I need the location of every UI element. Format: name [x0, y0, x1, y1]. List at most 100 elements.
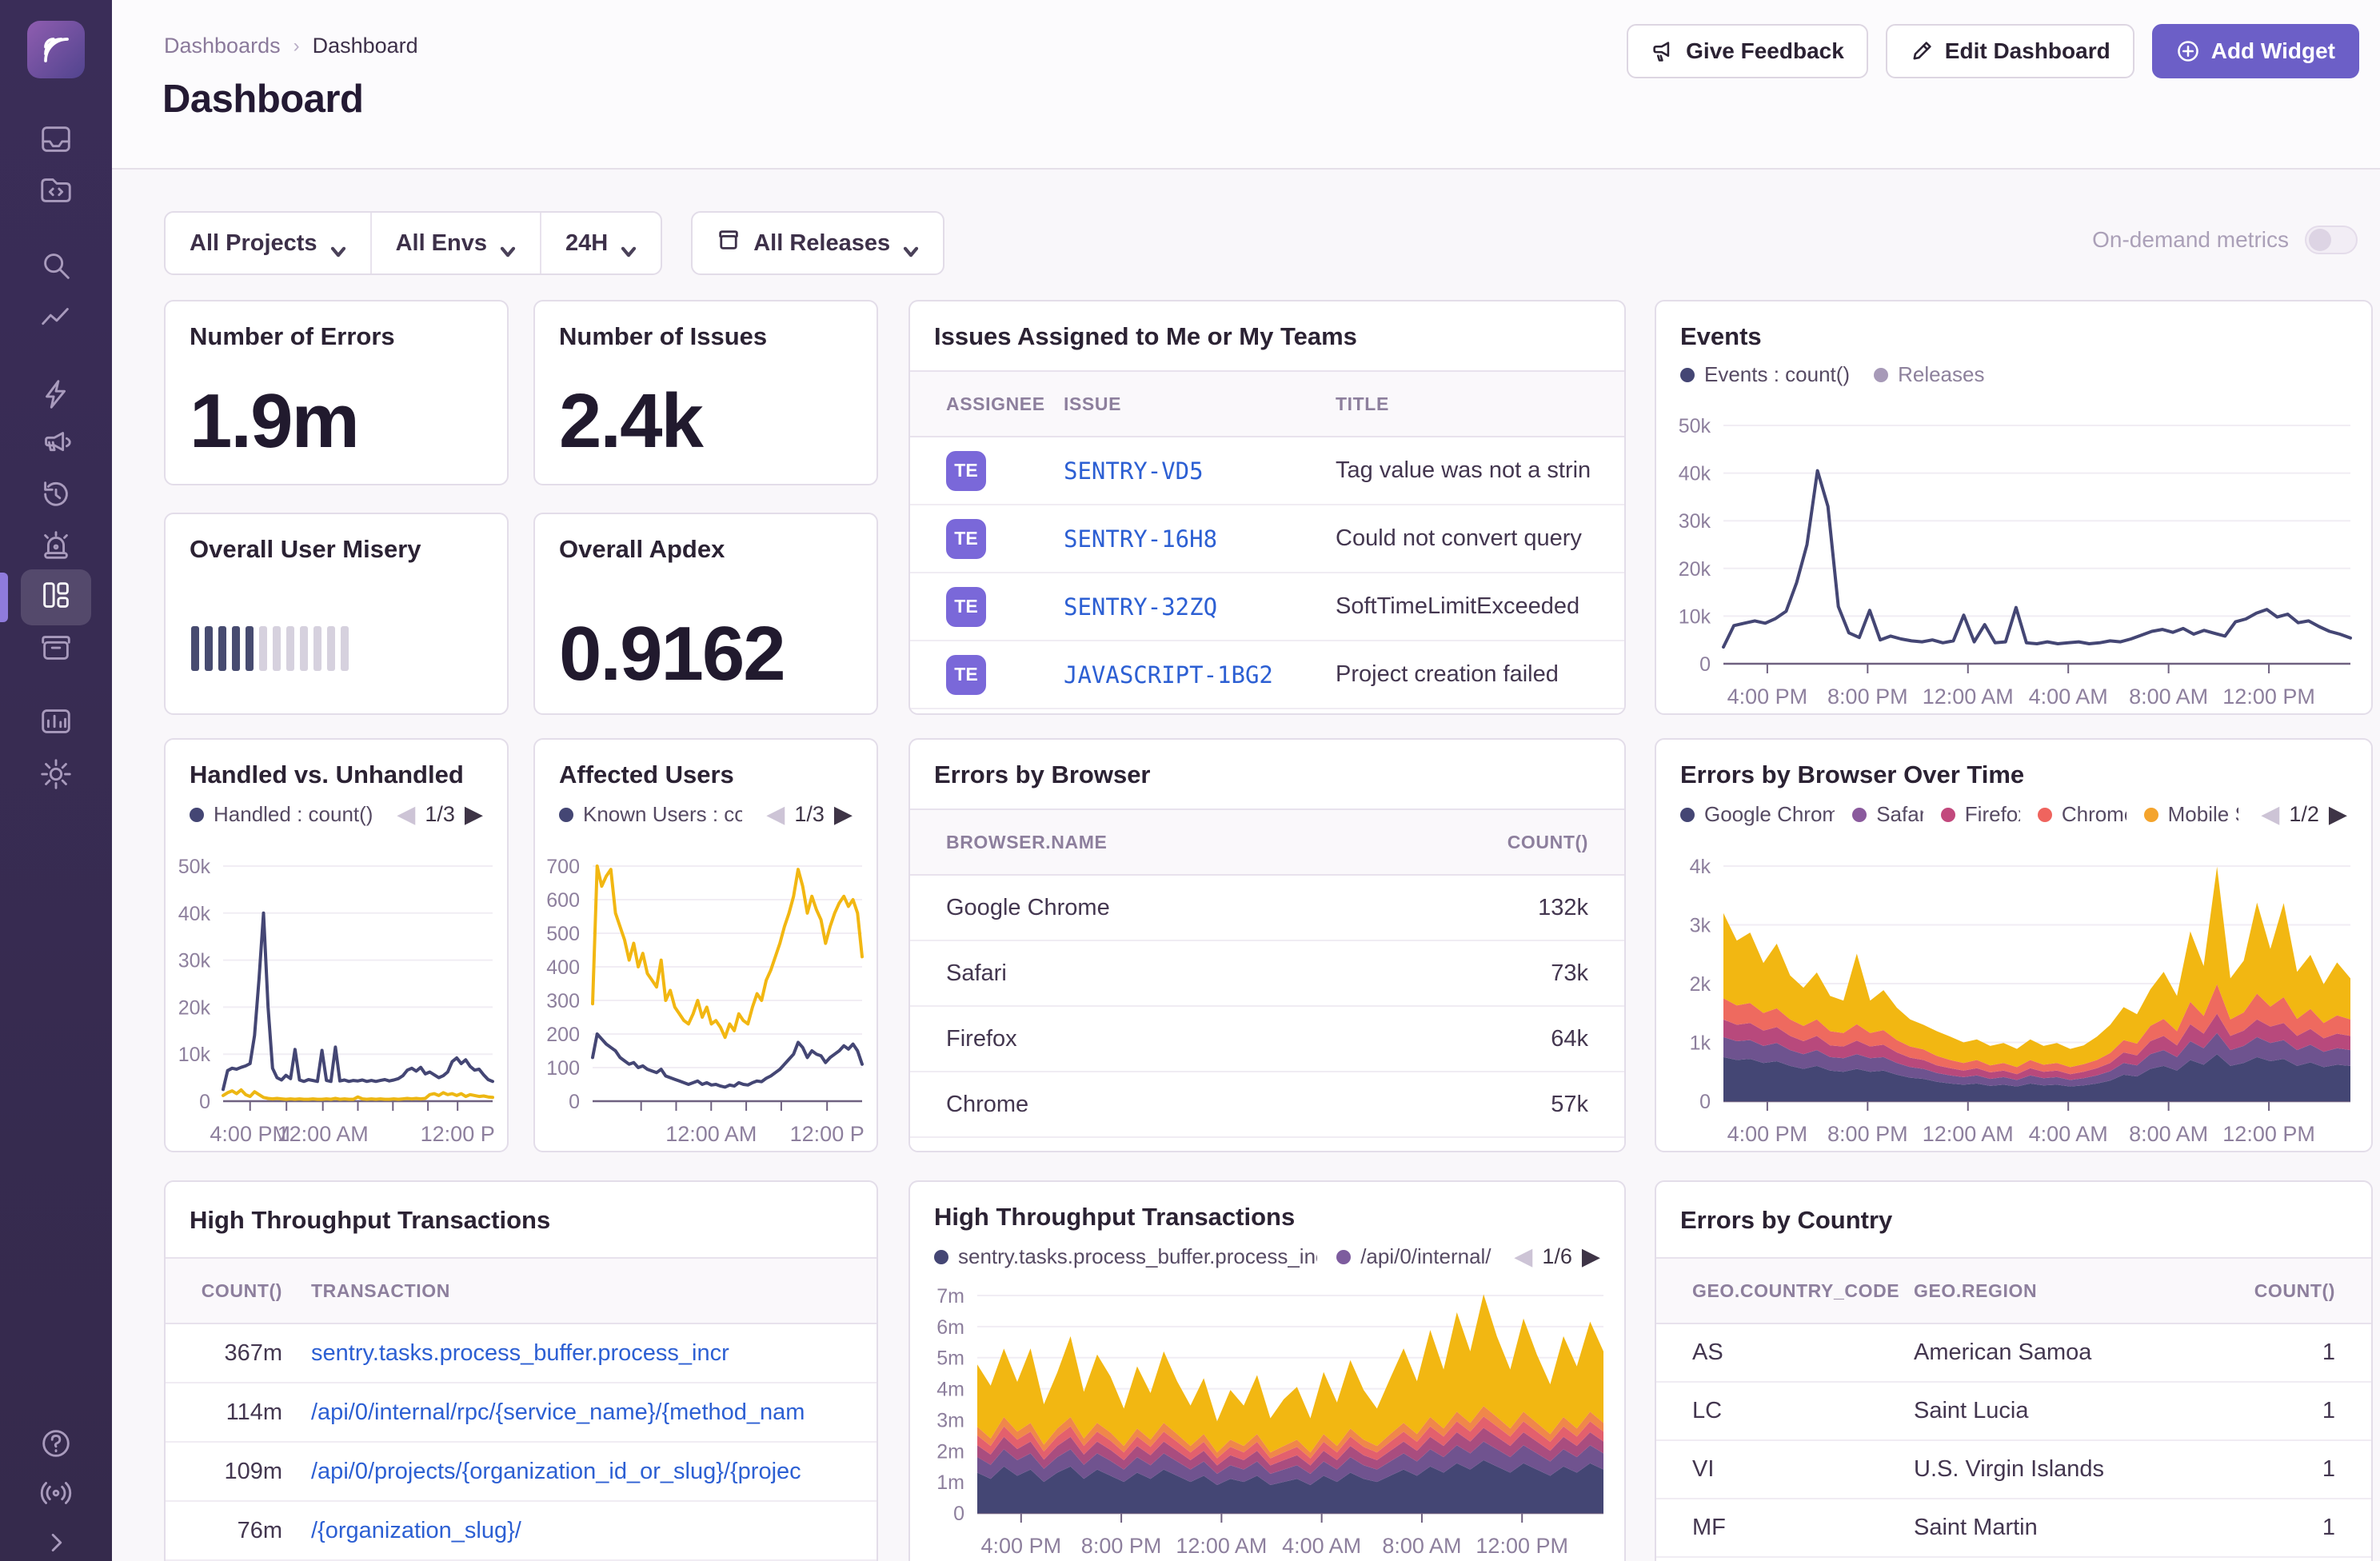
alerts-icon[interactable] [38, 527, 74, 564]
chevron-down-icon [330, 238, 346, 249]
legend-item[interactable]: Safari [1852, 802, 1923, 827]
svg-text:12:00 PM: 12:00 PM [2222, 685, 2315, 709]
stats-icon[interactable] [38, 703, 74, 740]
issue-link[interactable]: JAVASCRIPT-1BG2 [1054, 661, 1326, 689]
releases-icon[interactable] [38, 629, 74, 666]
avatar: TE [946, 451, 986, 491]
pager-prev-icon[interactable]: ◀ [1514, 1243, 1532, 1271]
pager-prev-icon[interactable]: ◀ [2261, 800, 2279, 828]
widget-high-throughput-chart[interactable]: High Throughput Transactions sentry.task… [908, 1180, 1626, 1561]
breadcrumb-dashboards[interactable]: Dashboards [164, 34, 281, 58]
time-range-filter[interactable]: 24H [541, 213, 661, 273]
pager-next-icon[interactable]: ▶ [2329, 800, 2347, 828]
legend-item[interactable]: Firefox [1941, 802, 2020, 827]
pager-next-icon[interactable]: ▶ [465, 800, 483, 828]
help-icon[interactable] [38, 1425, 74, 1462]
legend-item[interactable]: Chrome [2038, 802, 2126, 827]
legend-item[interactable]: Known Users : cour [559, 802, 742, 827]
search-icon[interactable] [38, 247, 74, 284]
edit-dashboard-button[interactable]: Edit Dashboard [1886, 24, 2134, 78]
user-misery-score-bar [191, 626, 349, 671]
handled-line-chart[interactable]: 010k20k30k40k50k4:00 PM12:00 AM12:00 P [166, 856, 507, 1151]
transaction-link[interactable]: sentry.tasks.process_buffer.process_incr [301, 1340, 877, 1367]
release-box-icon [717, 228, 741, 258]
settings-icon[interactable] [38, 756, 74, 792]
pager-next-icon[interactable]: ▶ [1582, 1243, 1600, 1271]
release-filter[interactable]: All Releases [693, 213, 943, 273]
legend-item[interactable]: Mobile S [2144, 802, 2239, 827]
legend-item[interactable]: Google Chrome [1680, 802, 1835, 827]
svg-text:0: 0 [1699, 653, 1711, 676]
transaction-link[interactable]: /api/0/projects/{organization_id_or_slug… [301, 1459, 877, 1485]
table-row: Chrome57k [910, 1072, 1624, 1138]
widget-title: Handled vs. Unhandled [166, 740, 507, 797]
replays-icon[interactable] [38, 476, 74, 513]
transaction-link[interactable]: /{organization_slug}/ [301, 1518, 877, 1544]
widget-high-throughput-table[interactable]: High Throughput Transactions COUNT() TRA… [164, 1180, 878, 1561]
active-nav-indicator [0, 573, 8, 622]
plus-circle-icon [2176, 39, 2200, 63]
issues-icon[interactable] [38, 121, 74, 158]
legend-item[interactable]: sentry.tasks.process_buffer.process_incr [934, 1244, 1317, 1269]
performance-icon[interactable] [38, 376, 74, 413]
browser-stacked-area-chart[interactable]: 01k2k3k4k4:00 PM8:00 PM12:00 AM4:00 AM8:… [1656, 856, 2371, 1151]
issue-title: Tag value was not a strin [1326, 457, 1624, 484]
transaction-link[interactable]: /api/0/internal/rpc/{service_name}/{meth… [301, 1399, 877, 1426]
svg-text:30k: 30k [178, 950, 211, 972]
pager-prev-icon[interactable]: ◀ [766, 800, 785, 828]
svg-text:30k: 30k [1679, 510, 1711, 533]
issue-link[interactable]: SENTRY-16H8 [1054, 525, 1326, 553]
widget-affected-users[interactable]: Affected Users Known Users : cour ◀ 1/3 … [533, 738, 878, 1152]
legend-item[interactable]: Events : count() [1680, 362, 1850, 387]
svg-text:4k: 4k [1690, 856, 1711, 878]
widget-events-chart[interactable]: Events Events : count() Releases 010k20k… [1655, 300, 2373, 715]
breadcrumb: Dashboards › Dashboard [164, 34, 418, 58]
legend-item[interactable]: /api/0/internal/r [1336, 1244, 1491, 1269]
ondemand-toggle[interactable] [2305, 226, 2358, 254]
avatar: TE [946, 519, 986, 559]
table-header: COUNT() TRANSACTION [166, 1257, 877, 1324]
project-filter[interactable]: All Projects [166, 213, 370, 273]
legend-pager: ◀ 1/3 ▶ [766, 800, 853, 828]
svg-text:12:00 PM: 12:00 PM [2222, 1122, 2315, 1146]
environment-filter[interactable]: All Envs [372, 213, 540, 273]
sentry-logo[interactable] [27, 21, 85, 78]
widget-errors-by-browser[interactable]: Errors by Browser BROWSER.NAME COUNT() G… [908, 738, 1626, 1152]
feedback-icon[interactable] [38, 425, 74, 461]
issue-link[interactable]: SENTRY-VD5 [1054, 457, 1326, 485]
widget-title: Errors by Country [1656, 1182, 2371, 1257]
traces-icon[interactable] [38, 300, 74, 337]
widget-handled-vs-unhandled[interactable]: Handled vs. Unhandled Handled : count() … [164, 738, 509, 1152]
pager-prev-icon[interactable]: ◀ [397, 800, 415, 828]
megaphone-icon [1651, 39, 1675, 63]
affected-users-line-chart[interactable]: 010020030040050060070012:00 AM12:00 P [535, 856, 877, 1151]
toggle-knob [2309, 229, 2331, 251]
dashboards-icon[interactable] [38, 577, 74, 613]
events-line-chart[interactable]: 010k20k30k40k50k4:00 PM8:00 PM12:00 AM4:… [1656, 416, 2371, 713]
projects-icon[interactable] [38, 172, 74, 209]
svg-text:0: 0 [1699, 1091, 1711, 1113]
widget-issues-assigned[interactable]: Issues Assigned to Me or My Teams ASSIGN… [908, 300, 1626, 715]
issue-link[interactable]: SENTRY-32ZQ [1054, 593, 1326, 621]
widget-apdex[interactable]: Overall Apdex 0.9162 [533, 513, 878, 715]
widget-errors-by-country[interactable]: Errors by Country GEO.COUNTRY_CODE GEO.R… [1655, 1180, 2373, 1561]
legend-dot [1941, 808, 1955, 822]
legend-dot [934, 1250, 948, 1264]
svg-text:12:00 AM: 12:00 AM [1923, 685, 2014, 709]
svg-text:12:00 AM: 12:00 AM [278, 1122, 369, 1146]
widget-number-of-issues[interactable]: Number of Issues 2.4k [533, 300, 878, 485]
give-feedback-button[interactable]: Give Feedback [1627, 24, 1868, 78]
widget-user-misery[interactable]: Overall User Misery [164, 513, 509, 715]
table-header: BROWSER.NAME COUNT() [910, 808, 1624, 876]
add-widget-button[interactable]: Add Widget [2152, 24, 2359, 78]
pager-next-icon[interactable]: ▶ [834, 800, 853, 828]
throughput-stacked-area-chart[interactable]: 01m2m3m4m5m6m7m4:00 PM8:00 PM12:00 AM4:0… [910, 1286, 1624, 1561]
legend-item[interactable]: Handled : count() [190, 802, 373, 827]
collapse-icon[interactable] [38, 1524, 74, 1561]
legend-item[interactable]: Releases [1874, 362, 1984, 387]
widget-errors-by-browser-over-time[interactable]: Errors by Browser Over Time Google Chrom… [1655, 738, 2373, 1152]
widget-number-of-errors[interactable]: Number of Errors 1.9m [164, 300, 509, 485]
widget-title: Errors by Browser Over Time [1656, 740, 2371, 797]
legend-dot [559, 808, 573, 822]
broadcast-icon[interactable] [38, 1475, 74, 1511]
